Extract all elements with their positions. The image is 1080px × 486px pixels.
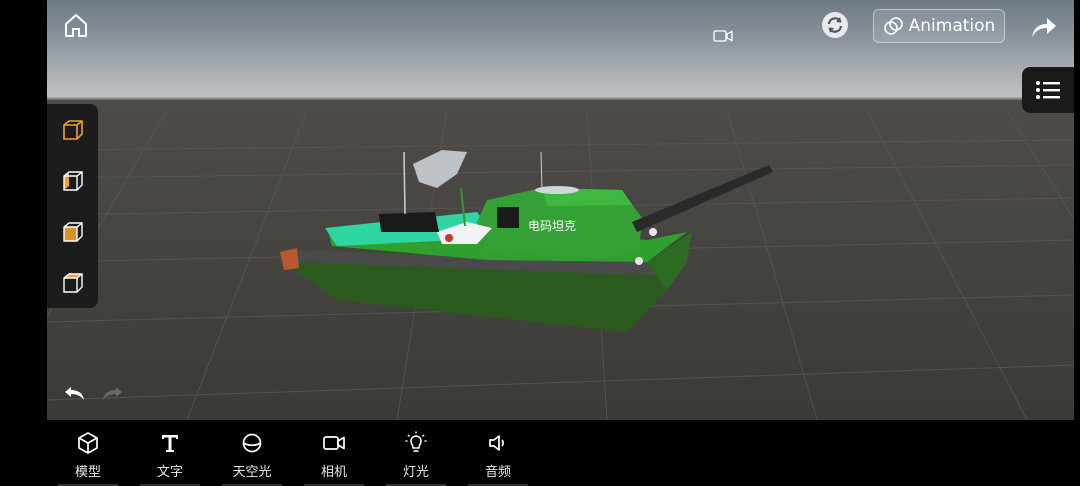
list-menu-icon	[1036, 81, 1060, 99]
bottom-item-camera[interactable]: 相机	[304, 430, 364, 486]
cube-left-face-icon	[63, 171, 83, 191]
cube-icon	[75, 430, 101, 456]
light-bulb-icon	[403, 430, 429, 456]
menu-button[interactable]	[1022, 67, 1074, 113]
bottom-item-label: 文字	[156, 465, 183, 480]
app-root: 电码坦克 Animation 模型 文字 天空光 相机 灯光 音频	[0, 0, 1080, 486]
share-arrow-icon	[1032, 18, 1056, 37]
tank-label: 电码坦克	[528, 219, 576, 233]
undo-button[interactable]	[62, 384, 86, 404]
bottom-item-light[interactable]: 灯光	[386, 430, 446, 486]
sync-button[interactable]	[822, 12, 848, 38]
bottom-item-label: 天空光	[232, 465, 272, 480]
home-icon	[65, 14, 87, 37]
view-toolbar	[47, 104, 98, 308]
sky-sphere-icon	[239, 430, 265, 456]
animation-button[interactable]: Animation	[873, 9, 1005, 43]
text-t-icon	[157, 430, 183, 456]
animation-icon	[883, 17, 903, 35]
bottom-toolbar: 模型 文字 天空光 相机 灯光 音频	[0, 420, 1080, 486]
bottom-item-text[interactable]: 文字	[140, 430, 200, 486]
redo-icon	[103, 387, 122, 400]
3d-viewport[interactable]: 电码坦克	[47, 0, 1074, 420]
undo-icon	[65, 387, 84, 400]
camera-view-icon[interactable]	[712, 28, 734, 44]
bottom-item-label: 模型	[74, 465, 101, 480]
sync-icon	[827, 17, 843, 33]
view-left-button[interactable]	[59, 167, 87, 195]
bottom-item-label: 音频	[484, 465, 511, 480]
cube-front-face-icon	[63, 222, 83, 242]
camera-icon	[321, 430, 347, 456]
cube-top-face-icon	[63, 273, 83, 293]
bottom-item-label: 相机	[320, 465, 347, 480]
view-top-button[interactable]	[59, 269, 87, 297]
share-button[interactable]	[1029, 12, 1059, 42]
home-button[interactable]	[60, 8, 92, 42]
bottom-item-skylight[interactable]: 天空光	[222, 430, 282, 486]
animation-label: Animation	[908, 16, 996, 36]
view-front-button[interactable]	[59, 218, 87, 246]
view-perspective-button[interactable]	[59, 116, 87, 144]
redo-button[interactable]	[101, 384, 125, 404]
speaker-icon	[485, 430, 511, 456]
bottom-item-label: 灯光	[402, 465, 429, 480]
bottom-item-model[interactable]: 模型	[58, 430, 118, 486]
cube-outline-icon	[63, 120, 83, 140]
scene-canvas[interactable]: 电码坦克	[47, 0, 1074, 420]
bottom-item-audio[interactable]: 音频	[468, 430, 528, 486]
